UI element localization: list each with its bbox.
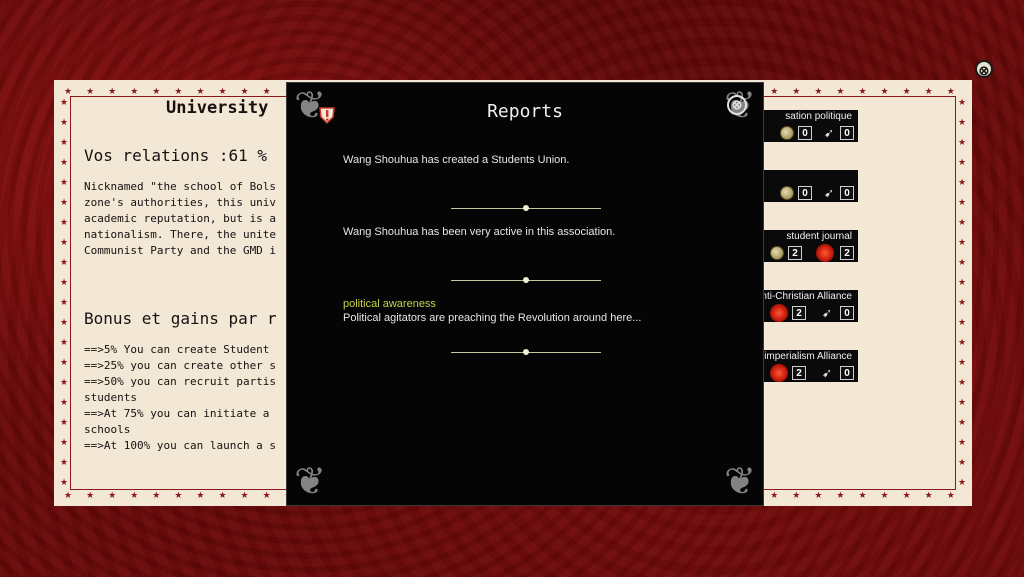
- fist-icon: [816, 244, 834, 262]
- stat-value: 0: [840, 306, 854, 320]
- report-item: Wang Shouhua has created a Students Unio…: [343, 153, 723, 167]
- star-border-right: ★★★★★★★★★★★★★★★★★★★★: [957, 97, 967, 487]
- reports-modal: ❦ ❦ ❦ ❦ Reports ⊗ Wang Shouhua has creat…: [286, 82, 764, 506]
- divider: [451, 349, 601, 355]
- stat-value: 2: [840, 246, 854, 260]
- stat-value: 0: [840, 366, 854, 380]
- coin-icon: [770, 246, 784, 260]
- stat-value: 0: [798, 126, 812, 140]
- report-item: political awareness Political agitators …: [343, 297, 723, 325]
- stat-value: 0: [840, 126, 854, 140]
- corner-ornament-icon: ❦: [724, 461, 756, 503]
- report-text: Wang Shouhua has been very active in thi…: [343, 226, 616, 238]
- stat-value: 0: [840, 186, 854, 200]
- stat-value: 0: [798, 186, 812, 200]
- report-text: Wang Shouhua has created a Students Unio…: [343, 154, 570, 166]
- bird-icon: ➹: [823, 186, 835, 200]
- bird-icon: ➹: [823, 126, 835, 140]
- stat-value: 2: [788, 246, 802, 260]
- report-item: Wang Shouhua has been very active in thi…: [343, 225, 723, 239]
- stat-value: 2: [792, 366, 806, 380]
- divider: [451, 277, 601, 283]
- bird-icon: ➹: [821, 306, 833, 320]
- fist-icon: [770, 304, 788, 322]
- report-text: Political agitators are preaching the Re…: [343, 312, 642, 324]
- corner-ornament-icon: ❦: [294, 461, 326, 503]
- modal-title: Reports: [487, 101, 563, 122]
- close-icon[interactable]: ⊗: [975, 60, 993, 78]
- close-icon[interactable]: ⊗: [727, 95, 747, 115]
- university-info: University Vos relations :61 % Nicknamed…: [84, 98, 314, 454]
- bonus-list: ==>5% You can create Student ==>25% you …: [84, 343, 277, 452]
- fist-icon: [770, 364, 788, 382]
- bonus-title: Bonus et gains par r: [84, 309, 277, 328]
- coin-icon: [780, 126, 794, 140]
- relations-text: Vos relations :61 %: [84, 146, 268, 165]
- coin-icon: [780, 186, 794, 200]
- report-category: political awareness: [343, 298, 436, 310]
- university-description: Nicknamed "the school of Bols zone's aut…: [84, 180, 277, 257]
- bird-icon: ➹: [821, 366, 833, 380]
- stat-value: 2: [792, 306, 806, 320]
- divider: [451, 205, 601, 211]
- star-border-left: ★★★★★★★★★★★★★★★★★★★★: [59, 97, 69, 487]
